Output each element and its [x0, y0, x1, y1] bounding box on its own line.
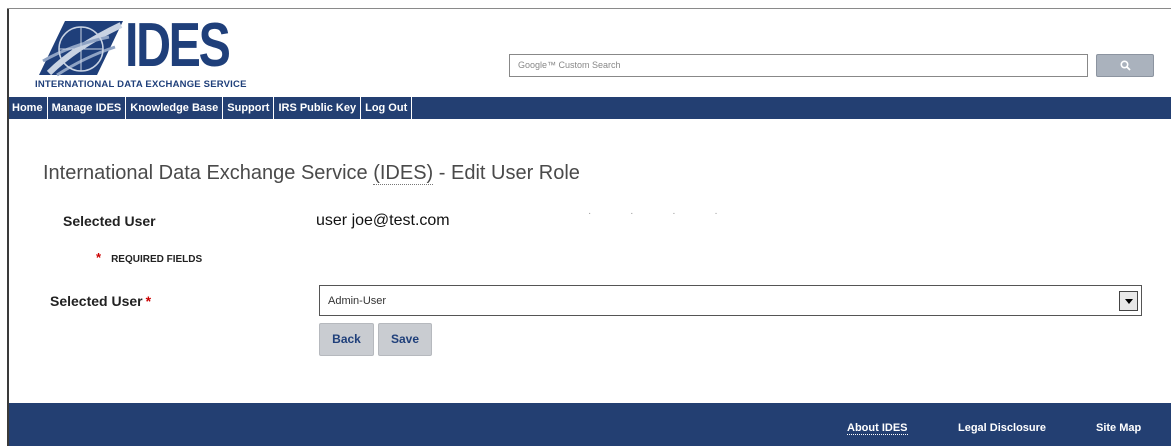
nav-item-support[interactable]: Support: [223, 97, 275, 119]
search-placeholder: Google™ Custom Search: [518, 60, 621, 70]
search-icon: [1120, 60, 1131, 71]
nav-item-knowledge-base[interactable]: Knowledge Base: [126, 97, 224, 119]
nav-item-log-out[interactable]: Log Out: [361, 97, 413, 119]
globe-icon: [35, 17, 127, 79]
search-input[interactable]: Google™ Custom Search: [509, 54, 1088, 77]
footer-link-about-ides[interactable]: About IDES: [847, 422, 908, 435]
footer-link-site-map[interactable]: Site Map: [1096, 422, 1141, 434]
required-star: *: [96, 250, 102, 265]
back-button[interactable]: Back: [319, 323, 374, 356]
page-title: International Data Exchange Service (IDE…: [43, 162, 580, 185]
role-label-text: Selected User: [50, 293, 143, 309]
role-field-label: Selected User *: [50, 293, 151, 309]
page-frame: IDES INTERNATIONAL DATA EXCHANGE SERVICE…: [0, 0, 1171, 446]
required-fields-text: REQUIRED FIELDS: [111, 254, 203, 265]
save-button[interactable]: Save: [378, 323, 432, 356]
page-title-prefix: International Data Exchange Service: [43, 162, 374, 184]
selected-user-value: user joe@test.com: [316, 212, 450, 229]
main-nav: Home Manage IDES Knowledge Base Support …: [9, 97, 1171, 119]
nav-item-irs-public-key[interactable]: IRS Public Key: [274, 97, 362, 119]
ides-logo[interactable]: IDES INTERNATIONAL DATA EXCHANGE SERVICE: [33, 11, 253, 93]
footer: About IDES Legal Disclosure Site Map: [9, 403, 1171, 446]
chevron-down-icon[interactable]: [1119, 291, 1138, 311]
footer-link-legal-disclosure[interactable]: Legal Disclosure: [958, 422, 1046, 434]
page-title-suffix: - Edit User Role: [433, 162, 580, 184]
nav-item-manage-ides[interactable]: Manage IDES: [48, 97, 127, 119]
role-required-star: *: [145, 293, 152, 309]
selected-user-label: Selected User: [63, 213, 156, 229]
search-button[interactable]: [1096, 54, 1154, 77]
user-role-select[interactable]: Admin-User: [319, 285, 1142, 316]
page-title-abbr: (IDES): [373, 162, 434, 185]
logo-subtitle: INTERNATIONAL DATA EXCHANGE SERVICE: [35, 79, 247, 90]
redaction-dots: · · · ·: [588, 208, 736, 219]
header: IDES INTERNATIONAL DATA EXCHANGE SERVICE…: [9, 9, 1171, 97]
required-fields-note: * REQUIRED FIELDS: [96, 250, 202, 265]
nav-item-home[interactable]: Home: [9, 97, 48, 119]
user-role-selected-value: Admin-User: [328, 295, 387, 307]
logo-wordmark: IDES: [125, 11, 231, 80]
